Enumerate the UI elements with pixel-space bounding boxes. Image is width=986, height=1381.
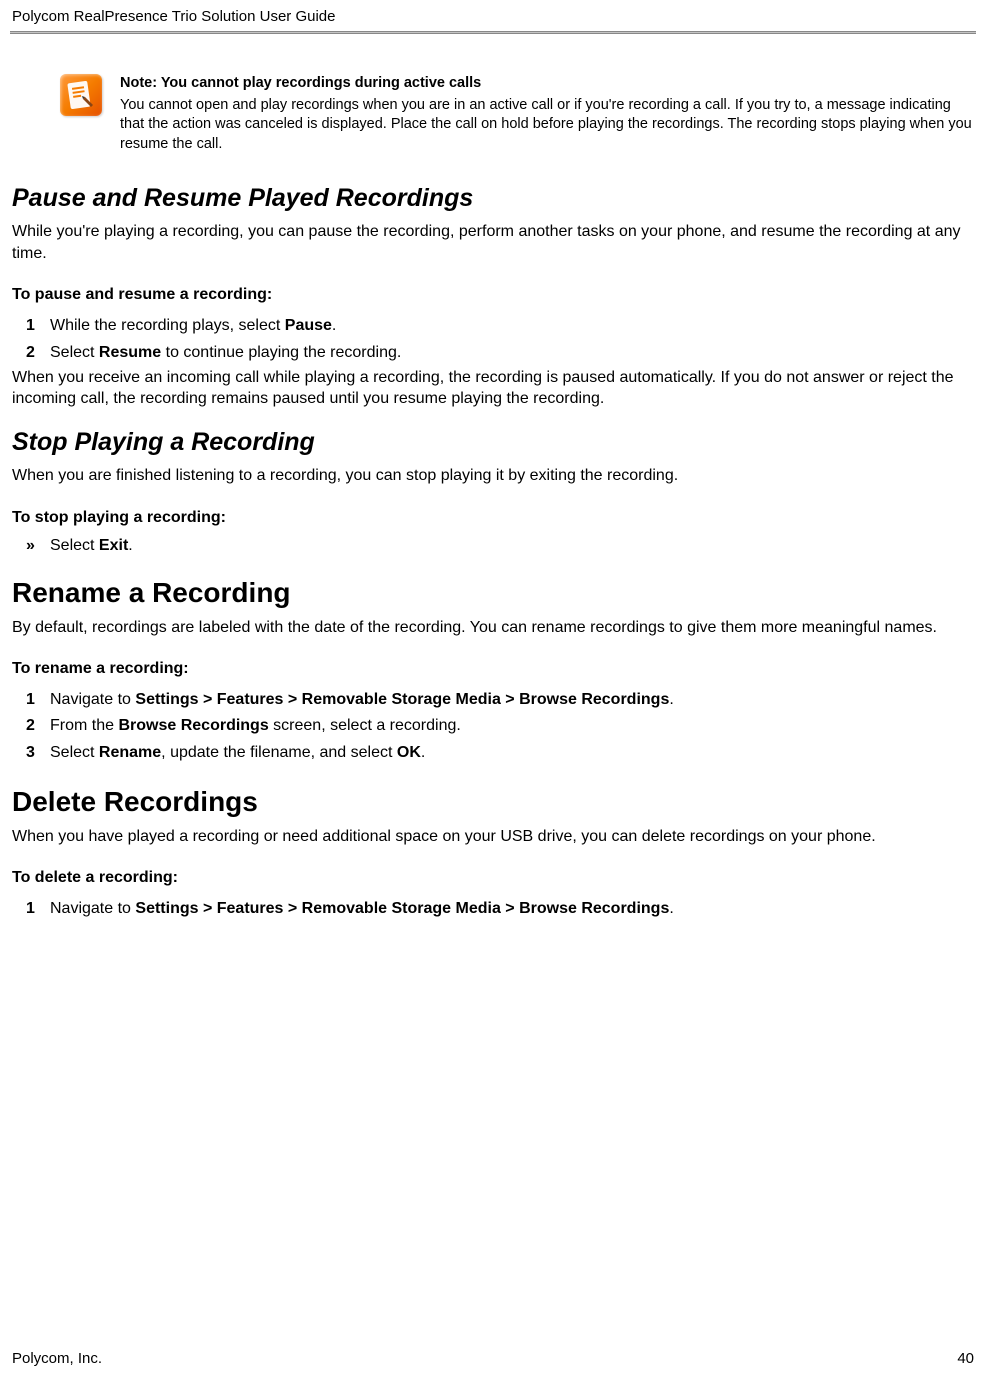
step-item: 1 While the recording plays, select Paus… bbox=[50, 314, 974, 337]
step-text: Navigate to bbox=[50, 900, 135, 917]
bullet-item: » Select Exit. bbox=[50, 537, 974, 555]
stop-playing-intro: When you are finished listening to a rec… bbox=[12, 465, 974, 487]
note-block: Note: You cannot play recordings during … bbox=[12, 74, 974, 154]
step-bold: Resume bbox=[99, 344, 161, 361]
note-title: Note: You cannot play recordings during … bbox=[120, 74, 974, 94]
step-number: 2 bbox=[26, 341, 35, 364]
step-text: . bbox=[421, 744, 425, 761]
delete-intro: When you have played a recording or need… bbox=[12, 826, 974, 848]
pause-resume-intro: While you're playing a recording, you ca… bbox=[12, 221, 974, 264]
page-content: Note: You cannot play recordings during … bbox=[0, 34, 986, 921]
bullet-mark: » bbox=[26, 537, 35, 555]
step-bold: Settings > Features > Removable Storage … bbox=[135, 691, 669, 708]
step-bold: Rename bbox=[99, 744, 161, 761]
step-text: to continue playing the recording. bbox=[161, 344, 401, 361]
steps-pause-resume: 1 While the recording plays, select Paus… bbox=[12, 314, 974, 363]
step-text: While the recording plays, select bbox=[50, 317, 285, 334]
heading-rename: Rename a Recording bbox=[12, 577, 974, 609]
step-bold: Pause bbox=[285, 317, 332, 334]
header-title: Polycom RealPresence Trio Solution User … bbox=[12, 8, 335, 25]
step-text: screen, select a recording. bbox=[269, 717, 461, 734]
bullet-text: Select bbox=[50, 537, 99, 554]
step-number: 1 bbox=[26, 688, 35, 711]
heading-pause-resume: Pause and Resume Played Recordings bbox=[12, 184, 974, 213]
page-footer: Polycom, Inc. 40 bbox=[12, 1350, 974, 1367]
heading-stop-playing: Stop Playing a Recording bbox=[12, 428, 974, 457]
step-number: 1 bbox=[26, 314, 35, 337]
note-body: You cannot open and play recordings when… bbox=[120, 96, 974, 155]
steps-rename: 1 Navigate to Settings > Features > Remo… bbox=[12, 688, 974, 764]
step-text: . bbox=[669, 900, 673, 917]
step-item: 3 Select Rename, update the filename, an… bbox=[50, 741, 974, 764]
rename-intro: By default, recordings are labeled with … bbox=[12, 617, 974, 639]
step-item: 2 Select Resume to continue playing the … bbox=[50, 341, 974, 364]
task-rename: To rename a recording: bbox=[12, 660, 974, 678]
step-item: 1 Navigate to Settings > Features > Remo… bbox=[50, 688, 974, 711]
page-header: Polycom RealPresence Trio Solution User … bbox=[0, 0, 986, 29]
note-text: Note: You cannot play recordings during … bbox=[120, 74, 974, 154]
step-number: 3 bbox=[26, 741, 35, 764]
note-icon bbox=[60, 74, 102, 116]
step-number: 1 bbox=[26, 897, 35, 920]
step-text: Navigate to bbox=[50, 691, 135, 708]
bullet-bold: Exit bbox=[99, 537, 128, 554]
steps-delete: 1 Navigate to Settings > Features > Remo… bbox=[12, 897, 974, 920]
task-stop-playing: To stop playing a recording: bbox=[12, 509, 974, 527]
step-number: 2 bbox=[26, 714, 35, 737]
heading-delete: Delete Recordings bbox=[12, 786, 974, 818]
step-text: . bbox=[332, 317, 336, 334]
task-pause-resume: To pause and resume a recording: bbox=[12, 286, 974, 304]
step-bold: Settings > Features > Removable Storage … bbox=[135, 900, 669, 917]
bullet-text: . bbox=[128, 537, 132, 554]
step-text: Select bbox=[50, 344, 99, 361]
step-text: From the bbox=[50, 717, 118, 734]
footer-page-number: 40 bbox=[957, 1350, 974, 1367]
step-bold: Browse Recordings bbox=[118, 717, 268, 734]
footer-company: Polycom, Inc. bbox=[12, 1350, 102, 1367]
task-delete: To delete a recording: bbox=[12, 869, 974, 887]
step-item: 2 From the Browse Recordings screen, sel… bbox=[50, 714, 974, 737]
step-text: . bbox=[669, 691, 673, 708]
step-bold: OK bbox=[397, 744, 421, 761]
step-text: Select bbox=[50, 744, 99, 761]
pause-resume-after: When you receive an incoming call while … bbox=[12, 367, 974, 410]
bullet-stop-playing: » Select Exit. bbox=[12, 537, 974, 555]
step-text: , update the filename, and select bbox=[161, 744, 397, 761]
step-item: 1 Navigate to Settings > Features > Remo… bbox=[50, 897, 974, 920]
